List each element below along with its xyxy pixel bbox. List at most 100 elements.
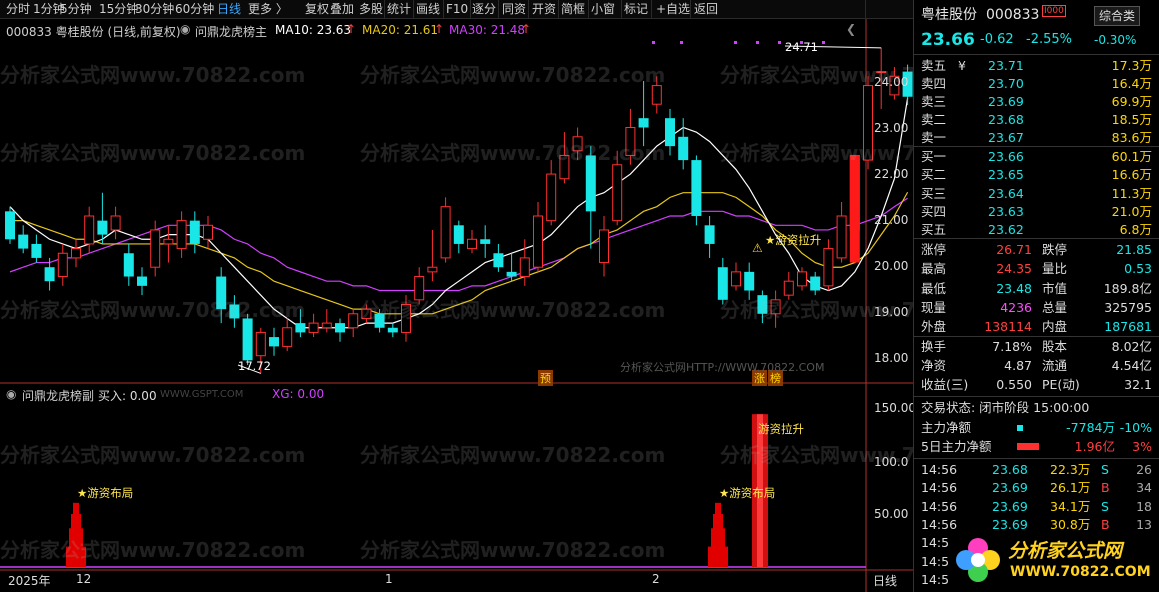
bid-volume: 60.1万 <box>1111 149 1152 164</box>
toolbar-item-13[interactable]: F10 <box>446 1 468 18</box>
watermark-text: 分析家公式网www.70822.com <box>360 141 666 165</box>
candle-body <box>348 313 359 329</box>
tick-count: 26 <box>1136 462 1152 477</box>
stat-value: 26.71 <box>996 242 1032 257</box>
candle-body <box>651 85 662 105</box>
bid-label: 买三 <box>921 185 947 201</box>
toolbar-item-17[interactable]: 简框 <box>561 1 585 18</box>
toolbar-item-21[interactable]: 返回 <box>694 1 718 18</box>
stat-value: 23.48 <box>996 280 1032 296</box>
bid-row: 买三 23.64 11.3万 <box>914 184 1159 203</box>
ma20-label: MA20: 21.61 <box>362 23 439 37</box>
tick-count: 34 <box>1136 480 1152 496</box>
candle-body <box>5 211 15 240</box>
toolbar-item-3[interactable]: 15分钟 <box>99 1 138 18</box>
toolbar-item-19[interactable]: 标记 <box>624 1 648 18</box>
warning-icon: ⚠ <box>752 241 763 255</box>
toolbar-item-2[interactable]: 5分钟 <box>60 1 92 18</box>
sub-tick: 150.00 <box>874 401 916 415</box>
capital-value: 1.96亿 <box>1074 439 1115 454</box>
candle-body <box>295 323 306 333</box>
ask-price: 23.70 <box>988 76 1024 91</box>
toolbar-item-6[interactable]: 日线 <box>217 1 241 18</box>
candle-body <box>137 276 147 286</box>
indicator-name[interactable]: 问鼎龙虎榜主 <box>195 23 267 40</box>
high-price-label: 24.71 <box>785 40 818 54</box>
stat-label: 总量 <box>1042 299 1068 315</box>
toolbar-item-5[interactable]: 60分钟 <box>175 1 214 18</box>
candle-body <box>836 215 847 259</box>
toolbar-item-15[interactable]: 同资 <box>502 1 526 18</box>
candle-body <box>255 331 266 357</box>
toolbar-item-4[interactable]: 30分钟 <box>135 1 174 18</box>
ask-price: 23.68 <box>988 112 1024 127</box>
toolbar-item-8[interactable]: 复权 <box>305 1 329 18</box>
toolbar-separator <box>865 0 866 19</box>
tick-time: 14:5 <box>921 535 950 551</box>
toolbar-item-20[interactable]: +自选 <box>656 1 690 18</box>
toolbar-item-12[interactable]: 画线 <box>416 1 440 18</box>
price-tick: 21.00 <box>874 213 909 227</box>
stat2-row: 收益(三) 0.550 PE(动) 32.1 <box>914 375 1159 394</box>
toolbar-item-9[interactable]: 叠加 <box>330 1 354 18</box>
collapse-chevron-icon[interactable]: ❮ <box>846 22 856 36</box>
bid-row: 买四 23.63 21.0万 <box>914 202 1159 221</box>
price-tick: 23.00 <box>874 121 909 135</box>
ask-extra: ¥ <box>958 58 966 73</box>
bid-price: 23.64 <box>988 185 1024 201</box>
ask-row: 卖五 ¥23.71 17.3万 <box>914 56 1159 75</box>
industry-badge[interactable]: 综合类 <box>1094 6 1141 26</box>
bid-row: 买五 23.62 6.8万 <box>914 220 1159 239</box>
ma20-up-arrow: ↑ <box>434 22 445 36</box>
candle-body <box>335 323 345 333</box>
toolbar-item-0[interactable]: 分时 <box>6 1 30 18</box>
watermark-text: 分析家公式网www.70822.com <box>0 298 306 322</box>
period-label[interactable]: 日线 <box>873 572 897 589</box>
ask-volume: 83.6万 <box>1111 130 1152 145</box>
stat-label: 内盘 <box>1042 319 1068 335</box>
candle-body <box>599 229 609 264</box>
candle-body <box>387 327 398 333</box>
toolbar-item-7[interactable]: 更多 〉 <box>248 1 288 18</box>
sub-xg-value: XG: 0.00 <box>272 387 325 401</box>
low-price-label: 17.72 <box>238 359 271 373</box>
stat-row: 最低 23.48 市值 189.8亿 <box>914 279 1159 298</box>
toolbar-separator <box>621 0 622 19</box>
bid-price: 23.65 <box>988 167 1024 183</box>
watermark-text: 分析家公式网www.70822.com <box>360 538 666 562</box>
capital-pct: 3% <box>1132 439 1152 454</box>
stat-label: 涨停 <box>921 242 947 257</box>
sub-indicator-name[interactable]: 问鼎龙虎榜副 <box>22 387 94 404</box>
site-logo: 分析家公式网 WWW.70822.COM <box>948 530 1159 590</box>
stat-label: 现量 <box>921 299 947 315</box>
stat-value: 138114 <box>984 319 1032 335</box>
bid-price: 23.66 <box>988 149 1024 164</box>
stat-value: 189.8亿 <box>1103 280 1152 296</box>
toolbar-item-11[interactable]: 统计 <box>387 1 411 18</box>
tick-side: B <box>1101 480 1110 496</box>
tick-price: 23.68 <box>992 462 1028 477</box>
bid-row: 买一 23.66 60.1万 <box>914 147 1159 166</box>
candle-body <box>612 164 623 222</box>
watermark-text: 分析家公式网www.70822.com <box>360 443 666 467</box>
stat2-row: 换手 7.18% 股本 8.02亿 <box>914 337 1159 356</box>
tick-side: S <box>1101 462 1109 477</box>
toolbar-item-10[interactable]: 多股 <box>359 1 383 18</box>
stat2-value: 7.18% <box>992 339 1032 354</box>
stat-value: 325795 <box>1104 299 1152 315</box>
capital-marker <box>1017 425 1023 431</box>
ask-label: 卖一 <box>921 130 947 145</box>
ask-label: 卖三 <box>921 94 947 109</box>
stock-flag-icon: I000 <box>1042 5 1066 17</box>
kline-chart[interactable]: 000833 粤桂股份 (日线,前复权) ◉ 问鼎龙虎榜主 MA10: 23.6… <box>0 19 1025 592</box>
candle-body <box>678 136 689 161</box>
toolbar-item-16[interactable]: 开资 <box>532 1 556 18</box>
capital-pct: -10% <box>1119 420 1152 435</box>
toolbar-item-14[interactable]: 逐分 <box>472 1 496 18</box>
stat2-label: PE(动) <box>1042 377 1080 392</box>
toolbar-item-18[interactable]: 小窗 <box>591 1 615 18</box>
ma30-up-arrow: ↑ <box>521 22 532 36</box>
stat-label: 最高 <box>921 261 947 277</box>
stat-label: 量比 <box>1042 261 1068 277</box>
stat2-label: 股本 <box>1042 339 1068 354</box>
